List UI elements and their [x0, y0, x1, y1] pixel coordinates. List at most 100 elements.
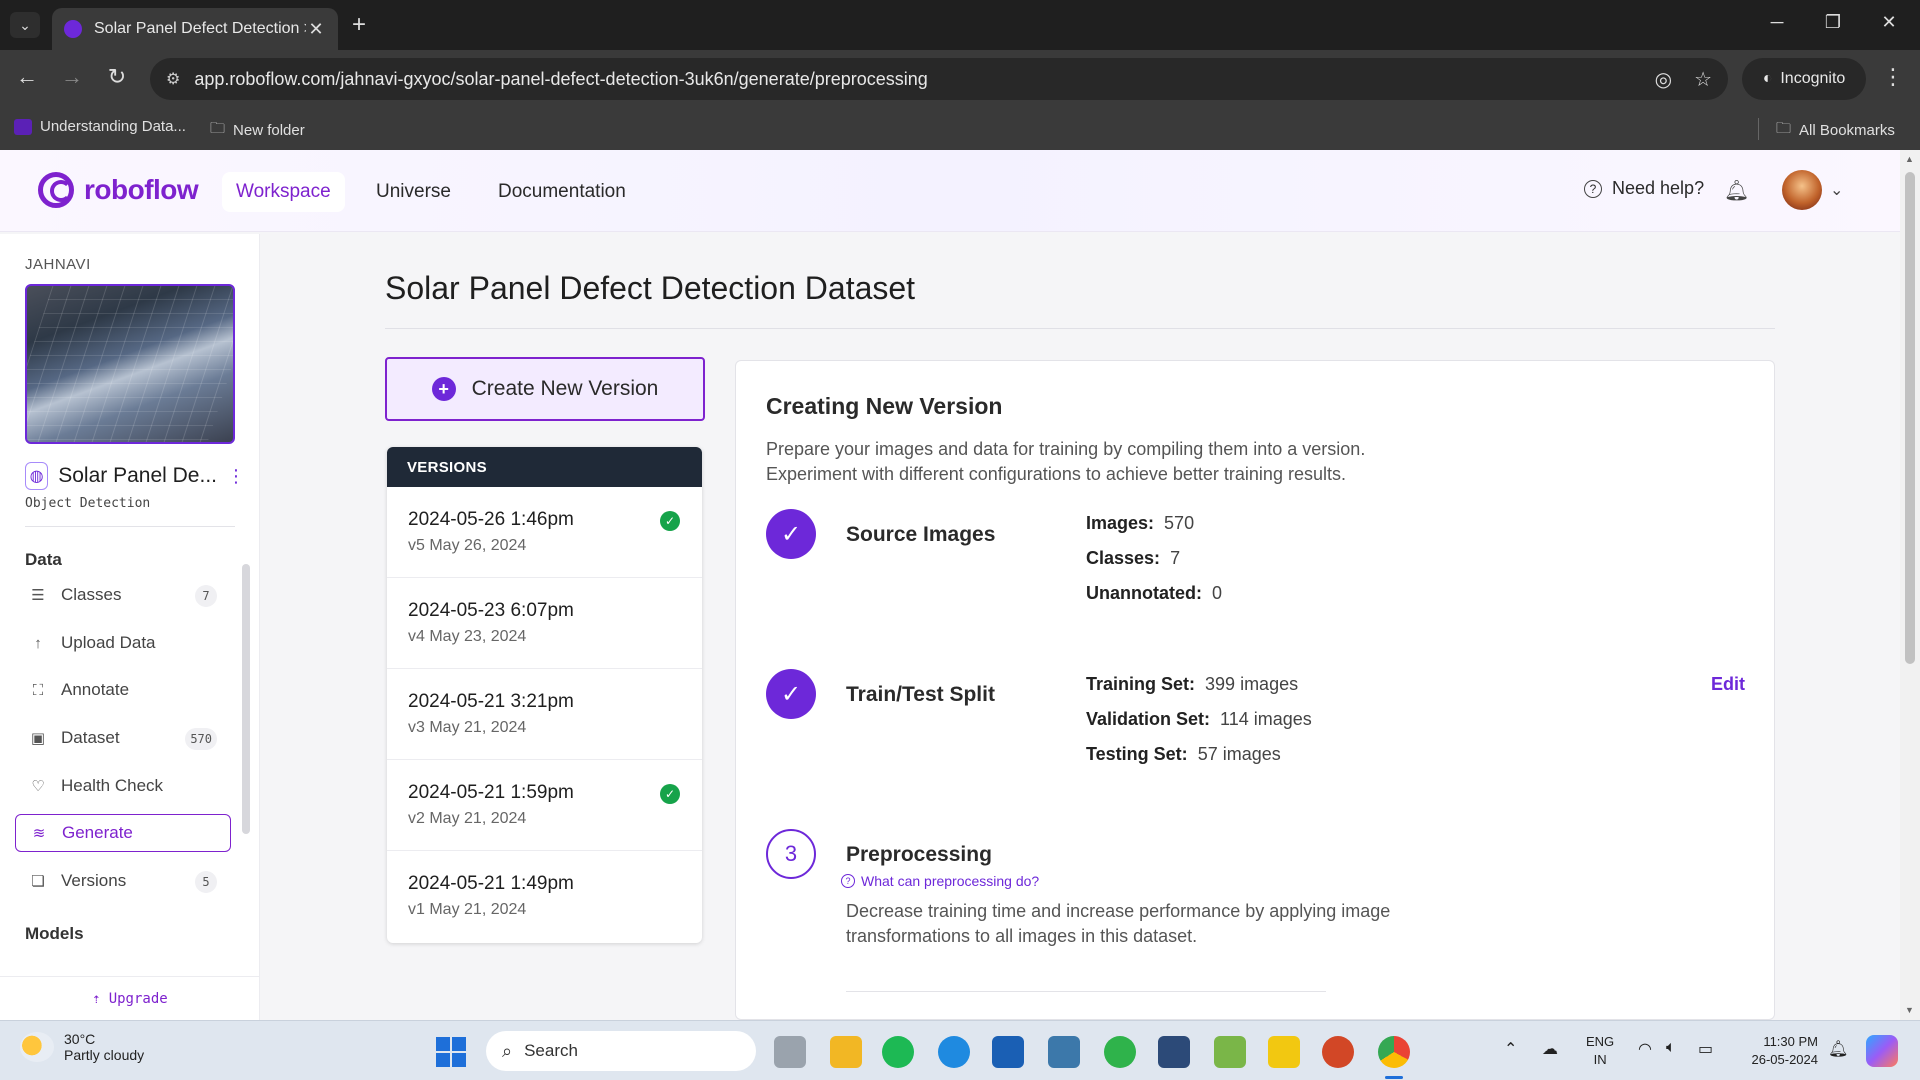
images-icon: ▣ — [30, 730, 46, 747]
back-icon[interactable]: ← — [12, 64, 42, 90]
need-help-button[interactable]: ? Need help? — [1584, 178, 1704, 199]
python-icon[interactable] — [1048, 1036, 1080, 1068]
sidebar-item-dataset[interactable]: ▣ Dataset 570 — [15, 719, 231, 757]
project-thumbnail[interactable] — [25, 284, 235, 444]
sidebar-item-classes[interactable]: ☰ Classes 7 — [15, 576, 231, 614]
version-sub: v5 May 26, 2024 — [408, 537, 527, 554]
spotify-icon[interactable] — [882, 1036, 914, 1068]
system-clock[interactable]: 11:30 PM 26-05-2024 — [1738, 1033, 1819, 1069]
bookmark-understanding-data[interactable]: Understanding Data... — [14, 118, 186, 135]
scrollbar-thumb[interactable] — [1905, 172, 1915, 664]
search-label: Search — [524, 1041, 578, 1060]
preprocessing-options-box — [846, 991, 1326, 1020]
mysql-icon[interactable] — [1158, 1036, 1190, 1068]
powerpoint-icon[interactable] — [1322, 1036, 1354, 1068]
version-item[interactable]: 2024-05-21 3:21pm v3 May 21, 2024 — [387, 669, 702, 760]
browser-menu-icon[interactable]: ⋮ — [1882, 64, 1904, 90]
panel-description: Prepare your images and data for trainin… — [766, 437, 1466, 487]
minimize-icon[interactable]: ─ — [1762, 12, 1792, 33]
address-bar[interactable]: ⚙ app.roboflow.com/jahnavi-gxyoc/solar-p… — [150, 58, 1728, 100]
sidebar-item-label: Classes — [61, 585, 122, 604]
vpn-icon[interactable] — [992, 1036, 1024, 1068]
sidebar-item-versions[interactable]: ❏ Versions 5 — [15, 862, 231, 900]
eye-off-icon[interactable]: ◎ — [1655, 67, 1672, 92]
taskbar-search[interactable]: ⌕ Search — [486, 1031, 756, 1071]
chrome-icon[interactable] — [1378, 1036, 1410, 1068]
new-tab-button[interactable]: + — [352, 12, 366, 38]
forward-icon[interactable]: → — [57, 64, 87, 90]
chevron-up-icon[interactable]: ⌃ — [1504, 1039, 1517, 1059]
scroll-down-icon[interactable]: ▼ — [1905, 1005, 1914, 1015]
weather-temp: 30°C — [64, 1031, 96, 1047]
pp-desc-line: Decrease training time and increase perf… — [846, 901, 1391, 921]
preprocessing-help-link[interactable]: ? What can preprocessing do? — [841, 873, 1039, 889]
reload-icon[interactable]: ↻ — [102, 64, 132, 90]
version-date: 2024-05-23 6:07pm — [408, 600, 574, 621]
step-source-images-title[interactable]: Source Images — [846, 523, 995, 547]
stat-training-set: Training Set: 399 images — [1086, 674, 1299, 694]
windows-start-icon[interactable] — [436, 1037, 466, 1067]
bookmarks-bar: Understanding Data... 🗀 New folder 🗀 All… — [0, 108, 1920, 150]
copilot-icon[interactable] — [1866, 1035, 1898, 1067]
site-info-icon[interactable]: ⚙ — [166, 69, 180, 89]
weather-widget[interactable]: 30°C Partly cloudy — [20, 1031, 144, 1063]
sidebar-item-annotate[interactable]: ⛶ Annotate — [15, 671, 231, 709]
sidebar-item-upload-data[interactable]: ↑ Upload Data — [15, 624, 231, 662]
file-explorer-icon[interactable] — [830, 1036, 862, 1068]
nav-workspace[interactable]: Workspace — [222, 172, 345, 212]
incognito-badge[interactable]: ◐ Incognito — [1742, 58, 1866, 100]
url-text[interactable]: app.roboflow.com/jahnavi-gxyoc/solar-pan… — [194, 69, 1632, 90]
restore-icon[interactable]: ❐ — [1818, 12, 1848, 33]
upgrade-button[interactable]: ⇡ Upgrade — [0, 976, 260, 1020]
app-tools-icon[interactable] — [1214, 1036, 1246, 1068]
clock-date: 26-05-2024 — [1751, 1052, 1819, 1067]
language-indicator[interactable]: ENG IN — [1586, 1033, 1614, 1069]
preprocessing-description: Decrease training time and increase perf… — [846, 899, 1466, 949]
all-bookmarks-label: All Bookmarks — [1799, 122, 1895, 139]
version-item[interactable]: 2024-05-23 6:07pm v4 May 23, 2024 — [387, 578, 702, 669]
region-code: IN — [1593, 1052, 1607, 1067]
task-view-icon[interactable] — [774, 1036, 806, 1068]
notification-bell-icon[interactable]: 🔔︎ — [1828, 1039, 1848, 1059]
active-app-indicator — [1385, 1076, 1403, 1079]
scroll-up-icon[interactable]: ▲ — [1905, 154, 1914, 164]
version-item[interactable]: 2024-05-21 1:59pm v2 May 21, 2024 ✓ — [387, 760, 702, 851]
tab-search-button[interactable]: ⌄ — [10, 12, 40, 38]
bookmark-new-folder[interactable]: 🗀 New folder — [210, 118, 305, 143]
edge-icon[interactable] — [938, 1036, 970, 1068]
roboflow-logo[interactable]: roboflow — [38, 172, 199, 208]
stat-validation-set: Validation Set: 114 images — [1086, 709, 1312, 729]
close-tab-icon[interactable]: ✕ — [306, 19, 326, 40]
browser-tab[interactable]: Solar Panel Defect Detection > ✕ — [52, 8, 338, 50]
bookmark-star-icon[interactable]: ☆ — [1694, 67, 1712, 92]
nav-universe[interactable]: Universe — [362, 172, 465, 212]
edit-split-button[interactable]: Edit — [1711, 674, 1745, 695]
volume-icon[interactable]: 🔈︎ — [1666, 1039, 1676, 1057]
terminal-icon — [14, 118, 32, 135]
close-window-icon[interactable]: ✕ — [1874, 12, 1904, 33]
battery-icon[interactable]: ▭ — [1698, 1039, 1713, 1059]
project-name[interactable]: Solar Panel De... — [58, 464, 217, 488]
create-button-label: Create New Version — [471, 377, 659, 400]
wifi-icon[interactable]: ◠ — [1638, 1039, 1652, 1059]
title-divider — [385, 328, 1775, 329]
version-item[interactable]: 2024-05-26 1:46pm v5 May 26, 2024 ✓ — [387, 487, 702, 578]
avatar[interactable] — [1782, 170, 1822, 210]
step-preprocessing-title[interactable]: Preprocessing — [846, 843, 992, 867]
partly-cloudy-icon — [20, 1032, 54, 1062]
nav-documentation[interactable]: Documentation — [484, 172, 640, 212]
page-scrollbar[interactable]: ▲ ▼ — [1900, 150, 1920, 1020]
kebab-menu-icon[interactable]: ⋮ — [227, 466, 245, 487]
create-new-version-button[interactable]: + Create New Version — [385, 357, 705, 421]
sidebar-scrollbar[interactable] — [242, 564, 250, 834]
chevron-down-icon[interactable]: ⌄ — [1830, 180, 1843, 200]
app-ring-icon[interactable] — [1104, 1036, 1136, 1068]
bell-icon[interactable]: 🔔︎ — [1724, 178, 1749, 203]
all-bookmarks[interactable]: 🗀 All Bookmarks — [1776, 118, 1895, 143]
version-item[interactable]: 2024-05-21 1:49pm v1 May 21, 2024 — [387, 851, 702, 942]
step-train-test-split-title[interactable]: Train/Test Split — [846, 683, 995, 707]
sidebar-item-generate[interactable]: ≋ Generate — [15, 814, 231, 852]
power-bi-icon[interactable] — [1268, 1036, 1300, 1068]
onedrive-cloud-icon[interactable]: ☁ — [1542, 1039, 1558, 1059]
sidebar-item-health-check[interactable]: ♡ Health Check — [15, 767, 231, 805]
